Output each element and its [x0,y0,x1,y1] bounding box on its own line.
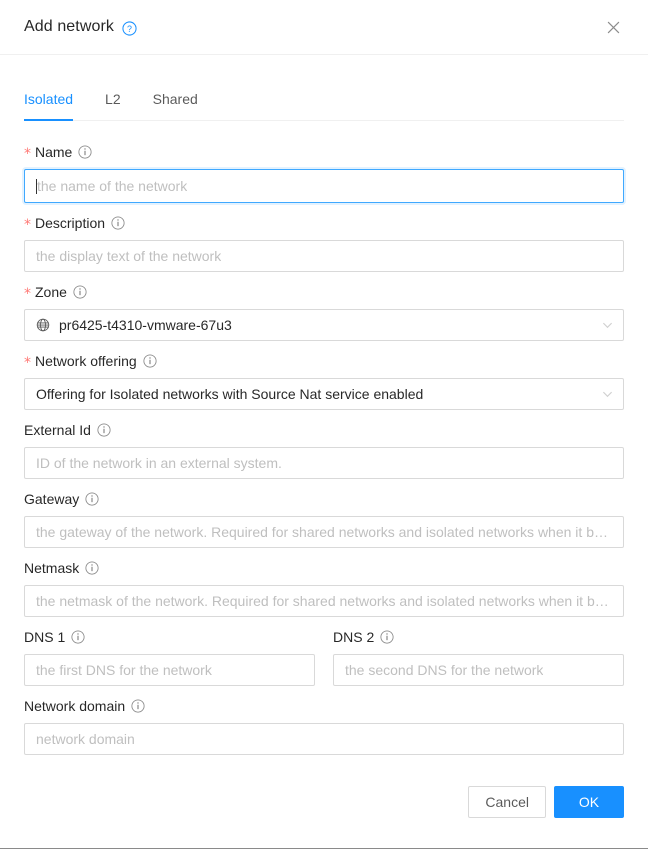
dns2-input[interactable]: the second DNS for the network [333,654,624,686]
zone-select-value: pr6425-t4310-vmware-67u3 [59,317,232,333]
gateway-label-row: Gateway [24,488,624,516]
tab-isolated-label: Isolated [24,91,74,107]
info-icon[interactable] [85,492,99,506]
name-label-row: * Name [24,141,624,169]
gateway-input[interactable]: the gateway of the network. Required for… [24,516,624,548]
required-indicator: * [24,355,31,371]
description-label: Description [35,215,106,231]
info-icon[interactable] [131,699,145,713]
form-item-network-domain: Network domain network domain [24,695,624,755]
dns1-label-row: DNS 1 [24,626,315,654]
tab-shared-label: Shared [152,91,198,107]
tab-l2-label: L2 [105,91,121,107]
dns-row: DNS 1 the first DNS for the network DNS … [24,626,624,686]
dns2-label: DNS 2 [333,629,375,645]
close-icon[interactable] [602,16,624,38]
form-item-external-id: External Id ID of the network in an exte… [24,419,624,479]
network-offering-select[interactable]: Offering for Isolated networks with Sour… [24,378,624,410]
form-item-netmask: Netmask the netmask of the network. Requ… [24,557,624,617]
network-domain-label: Network domain [24,698,126,714]
form-item-dns1: DNS 1 the first DNS for the network [24,626,315,686]
description-input[interactable]: the display text of the network [24,240,624,272]
dialog-body: Isolated L2 Shared * Name the name of th… [0,55,648,755]
add-network-dialog: Add network ? Isolated L2 Shared * Name … [0,0,648,849]
cancel-button[interactable]: Cancel [468,786,546,818]
tab-isolated[interactable]: Isolated [24,79,74,121]
zone-select[interactable]: pr6425-t4310-vmware-67u3 [24,309,624,341]
network-offering-label: Network offering [35,353,137,369]
required-indicator: * [24,217,31,233]
network-offering-label-row: * Network offering [24,350,624,378]
name-input-placeholder: the name of the network [37,178,188,194]
external-id-input-placeholder: ID of the network in an external system. [36,455,282,471]
form-item-network-offering: * Network offering Offering for Isolated… [24,350,624,410]
chevron-down-icon[interactable] [602,320,613,331]
dns1-input[interactable]: the first DNS for the network [24,654,315,686]
dns2-label-row: DNS 2 [333,626,624,654]
network-type-tabs: Isolated L2 Shared [24,79,624,121]
required-indicator: * [24,286,31,302]
external-id-input[interactable]: ID of the network in an external system. [24,447,624,479]
description-input-placeholder: the display text of the network [36,248,222,264]
network-domain-label-row: Network domain [24,695,624,723]
netmask-label-row: Netmask [24,557,624,585]
dns2-input-placeholder: the second DNS for the network [345,662,544,678]
info-icon[interactable] [71,630,85,644]
dialog-header: Add network ? [0,0,648,55]
tab-l2[interactable]: L2 [105,79,121,120]
dialog-title: Add network [24,18,115,35]
question-circle-icon[interactable]: ? [122,20,137,36]
info-icon[interactable] [97,423,111,437]
form-item-zone: * Zone pr6425-t4310-vmware-67u3 [24,281,624,341]
form-item-description: * Description the display text of the ne… [24,212,624,272]
external-id-label-row: External Id [24,419,624,447]
ok-button[interactable]: OK [554,786,624,818]
dns1-input-placeholder: the first DNS for the network [36,662,212,678]
zone-label: Zone [35,284,67,300]
dns1-label: DNS 1 [24,629,66,645]
info-icon[interactable] [85,561,99,575]
description-label-row: * Description [24,212,624,240]
gateway-input-placeholder: the gateway of the network. Required for… [36,524,612,540]
chevron-down-icon[interactable] [602,389,613,400]
info-icon[interactable] [143,354,157,368]
info-icon[interactable] [73,285,87,299]
info-icon[interactable] [78,145,92,159]
netmask-label: Netmask [24,560,80,576]
form-item-gateway: Gateway the gateway of the network. Requ… [24,488,624,548]
network-domain-input-placeholder: network domain [36,731,135,747]
tab-shared[interactable]: Shared [153,79,198,120]
dialog-footer: Cancel OK [0,764,648,818]
gateway-label: Gateway [24,491,80,507]
name-input[interactable]: the name of the network [24,169,624,203]
form-item-dns2: DNS 2 the second DNS for the network [333,626,624,686]
info-icon[interactable] [111,216,125,230]
globe-icon [36,318,50,332]
required-indicator: * [24,146,31,162]
form-item-name: * Name the name of the network [24,141,624,203]
svg-text:?: ? [127,23,132,33]
name-label: Name [35,144,73,160]
netmask-input[interactable]: the netmask of the network. Required for… [24,585,624,617]
info-icon[interactable] [380,630,394,644]
network-offering-value: Offering for Isolated networks with Sour… [36,386,424,402]
external-id-label: External Id [24,422,91,438]
network-domain-input[interactable]: network domain [24,723,624,755]
zone-label-row: * Zone [24,281,624,309]
netmask-input-placeholder: the netmask of the network. Required for… [36,593,612,609]
